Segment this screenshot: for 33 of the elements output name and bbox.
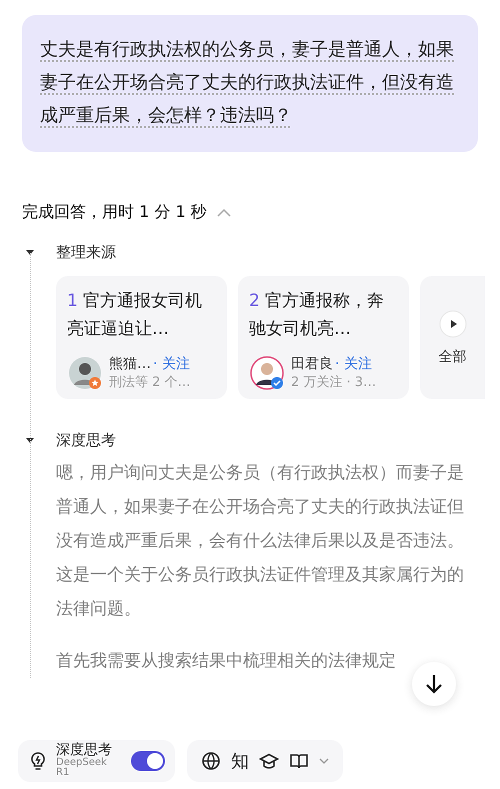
source-title: 2 官方通报称，奔驰女司机亮… (249, 290, 386, 341)
play-icon (438, 310, 466, 338)
thinking-text: 嗯，用户询问丈夫是公务员（有行政执法权）而妻子是普通人，如果妻子在公开场合亮了丈夫的行政执法证但没有造成严重后果，会有什么法律后果以及是否违法。这是一个关于公务员行政执法证件管理及其家属行为的法律问题。 (56, 462, 465, 621)
author-meta: 刑法等 2 个… (109, 374, 191, 391)
triangle-icon[interactable] (25, 437, 35, 444)
more-sources-button[interactable]: 全部 (420, 276, 485, 399)
book-icon[interactable] (289, 751, 309, 771)
author-name: 田君良 (291, 355, 333, 373)
model-name: DeepSeek R1 (56, 758, 108, 779)
deep-think-control[interactable]: 深度思考 DeepSeek R1 (18, 740, 175, 782)
status-text: 完成回答，用时 1 分 1 秒 (22, 202, 207, 223)
zhi-label[interactable]: 知 (231, 749, 249, 773)
author-meta: 2 万关注 · 3… (291, 374, 376, 391)
section-title: 整理来源 (56, 243, 116, 262)
scroll-down-button[interactable] (412, 662, 456, 706)
chevron-down-icon[interactable] (319, 758, 329, 764)
deep-think-label: 深度思考 (56, 743, 113, 758)
arrow-down-icon (424, 673, 444, 695)
follow-link[interactable]: · 关注 (335, 355, 372, 373)
author-name: 熊猫… (109, 355, 151, 373)
globe-icon[interactable] (201, 751, 221, 771)
thinking-text: 首先我需要从搜索结果中梳理相关的法律规定 (56, 650, 397, 673)
tools-control[interactable]: 知 (187, 740, 343, 782)
lightbulb-icon (28, 751, 48, 771)
deep-think-toggle[interactable] (131, 751, 165, 771)
triangle-icon[interactable] (25, 249, 35, 256)
graduation-cap-icon[interactable] (259, 751, 279, 771)
source-card[interactable]: 2 官方通报称，奔驰女司机亮… 田君良· 关注 2 万关注 · 3… (238, 276, 409, 399)
question-text: 丈夫是有行政执法权的公务员，妻子是普通人，如果妻子在公开场合亮了丈夫的行政执法证件，但没有造成严重后果，会怎样？违法吗？ (40, 38, 455, 128)
source-title: 1 官方通报女司机亮证逼迫让… (67, 290, 204, 341)
section-title: 深度思考 (56, 431, 116, 450)
source-card[interactable]: 1 官方通报女司机亮证逼迫让… 熊猫…· 关注 刑法等 2 个… (56, 276, 227, 399)
follow-link[interactable]: · 关注 (153, 355, 190, 373)
